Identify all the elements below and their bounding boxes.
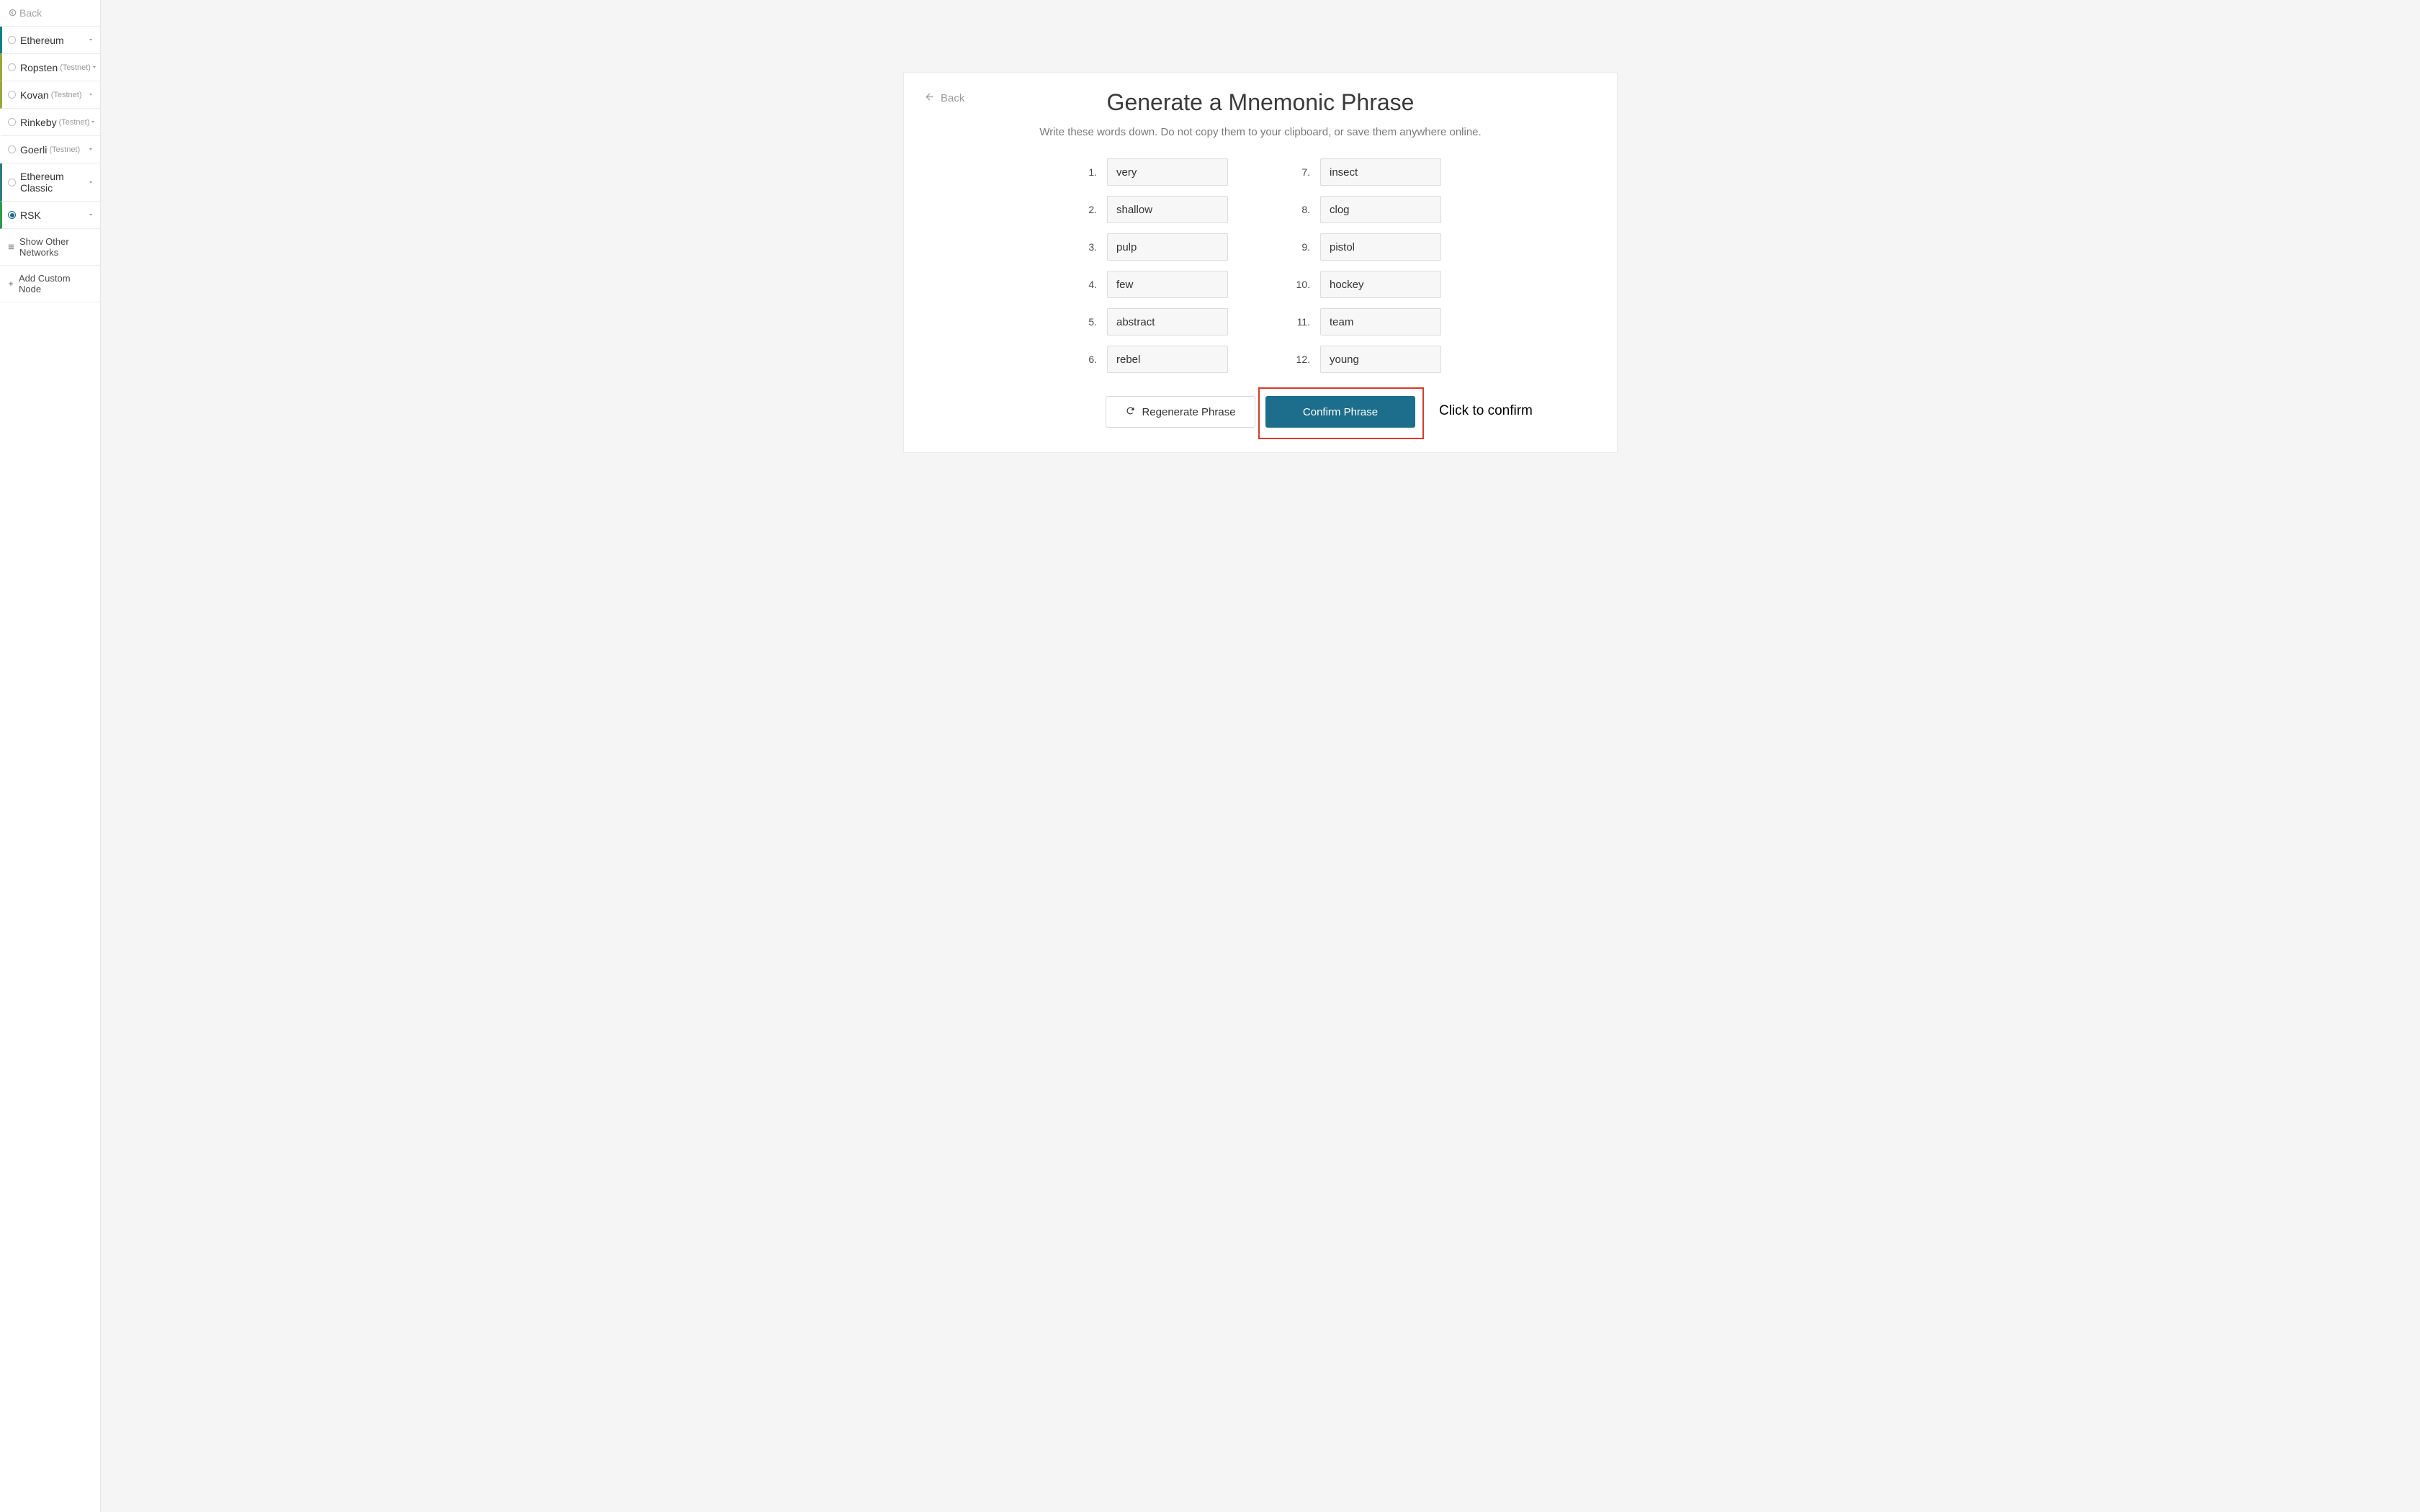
action-buttons: Regenerate Phrase Confirm Phrase Click t… xyxy=(924,396,1597,428)
word-index: 2. xyxy=(1080,204,1097,215)
network-icon xyxy=(7,242,15,253)
radio-icon xyxy=(8,36,16,44)
word-index: 10. xyxy=(1293,279,1310,290)
word-index: 9. xyxy=(1293,241,1310,253)
mnemonic-word-row: 4. few xyxy=(1080,271,1228,298)
network-item-kovan[interactable]: Kovan(Testnet) xyxy=(0,81,100,109)
add-custom-node[interactable]: Add Custom Node xyxy=(0,266,100,302)
regenerate-label: Regenerate Phrase xyxy=(1142,406,1235,418)
network-item-rsk[interactable]: RSK xyxy=(0,202,100,229)
radio-icon xyxy=(8,211,16,219)
sidebar-back-label: Back xyxy=(19,7,42,19)
add-custom-node-label: Add Custom Node xyxy=(19,273,93,294)
chevron-down-icon xyxy=(87,143,94,156)
network-suffix: (Testnet) xyxy=(51,91,82,99)
network-suffix: (Testnet) xyxy=(59,118,90,127)
mnemonic-word: rebel xyxy=(1107,346,1228,373)
back-arrow-icon xyxy=(9,7,17,19)
network-suffix: (Testnet) xyxy=(49,145,80,154)
regenerate-phrase-button[interactable]: Regenerate Phrase xyxy=(1106,396,1255,428)
mnemonic-word: abstract xyxy=(1107,308,1228,336)
mnemonic-word-row: 10. hockey xyxy=(1293,271,1441,298)
word-index: 12. xyxy=(1293,354,1310,365)
chevron-down-icon xyxy=(87,176,94,189)
network-item-rinkeby[interactable]: Rinkeby(Testnet) xyxy=(0,109,100,136)
network-label: RSK xyxy=(20,210,41,221)
word-index: 4. xyxy=(1080,279,1097,290)
network-item-ethereum[interactable]: Ethereum xyxy=(0,27,100,54)
mnemonic-word: hockey xyxy=(1320,271,1441,298)
network-label: Ethereum Classic xyxy=(20,171,87,194)
radio-icon xyxy=(8,145,16,153)
network-label: Ethereum xyxy=(20,35,64,46)
confirm-label: Confirm Phrase xyxy=(1303,406,1378,418)
mnemonic-word-row: 2. shallow xyxy=(1080,196,1228,223)
radio-icon xyxy=(8,63,16,71)
mnemonic-word: clog xyxy=(1320,196,1441,223)
radio-icon xyxy=(8,91,16,99)
main-content: Back Generate a Mnemonic Phrase Write th… xyxy=(101,0,2420,1512)
mnemonic-word: pulp xyxy=(1107,233,1228,261)
back-arrow-icon xyxy=(924,91,935,105)
mnemonic-card: Back Generate a Mnemonic Phrase Write th… xyxy=(903,72,1618,453)
show-other-networks-label: Show Other Networks xyxy=(19,236,93,258)
chevron-down-icon xyxy=(87,89,94,101)
sidebar-back-link[interactable]: Back xyxy=(0,0,100,27)
plus-icon xyxy=(7,279,14,289)
mnemonic-word: few xyxy=(1107,271,1228,298)
network-label: Ropsten xyxy=(20,62,58,73)
word-index: 1. xyxy=(1080,166,1097,178)
mnemonic-word: team xyxy=(1320,308,1441,336)
mnemonic-word: shallow xyxy=(1107,196,1228,223)
word-index: 7. xyxy=(1293,166,1310,178)
mnemonic-words: 1. very 2. shallow 3. pulp 4. few 5. abstract 6. re… xyxy=(924,158,1597,373)
mnemonic-word-row: 3. pulp xyxy=(1080,233,1228,261)
click-to-confirm-annotation: Click to confirm xyxy=(1439,403,1533,419)
mnemonic-word-row: 5. abstract xyxy=(1080,308,1228,336)
mnemonic-word-row: 8. clog xyxy=(1293,196,1441,223)
chevron-down-icon xyxy=(91,61,98,73)
card-back-label: Back xyxy=(941,92,964,104)
mnemonic-word: young xyxy=(1320,346,1441,373)
mnemonic-word: insect xyxy=(1320,158,1441,186)
chevron-down-icon xyxy=(87,34,94,46)
network-item-goerli[interactable]: Goerli(Testnet) xyxy=(0,136,100,163)
confirm-phrase-button[interactable]: Confirm Phrase xyxy=(1265,396,1415,428)
mnemonic-word-row: 9. pistol xyxy=(1293,233,1441,261)
network-label: Kovan xyxy=(20,89,49,101)
page-subtitle: Write these words down. Do not copy them… xyxy=(924,126,1597,138)
mnemonic-word: pistol xyxy=(1320,233,1441,261)
word-index: 3. xyxy=(1080,241,1097,253)
word-index: 5. xyxy=(1080,316,1097,328)
radio-icon xyxy=(8,118,16,126)
mnemonic-word-row: 12. young xyxy=(1293,346,1441,373)
network-item-ropsten[interactable]: Ropsten(Testnet) xyxy=(0,54,100,81)
show-other-networks[interactable]: Show Other Networks xyxy=(0,229,100,266)
page-title: Generate a Mnemonic Phrase xyxy=(924,89,1597,116)
network-suffix: (Testnet) xyxy=(60,63,91,72)
network-item-ethereum-classic[interactable]: Ethereum Classic xyxy=(0,163,100,202)
refresh-icon xyxy=(1125,405,1136,419)
network-label: Goerli xyxy=(20,144,47,156)
mnemonic-word: very xyxy=(1107,158,1228,186)
word-index: 8. xyxy=(1293,204,1310,215)
network-label: Rinkeby xyxy=(20,117,57,128)
mnemonic-word-row: 7. insect xyxy=(1293,158,1441,186)
chevron-down-icon xyxy=(89,116,97,128)
chevron-down-icon xyxy=(87,209,94,221)
mnemonic-word-row: 1. very xyxy=(1080,158,1228,186)
word-index: 11. xyxy=(1293,316,1310,328)
word-index: 6. xyxy=(1080,354,1097,365)
mnemonic-word-row: 6. rebel xyxy=(1080,346,1228,373)
mnemonic-word-row: 11. team xyxy=(1293,308,1441,336)
sidebar: Back EthereumRopsten(Testnet)Kovan(Testn… xyxy=(0,0,101,1512)
radio-icon xyxy=(8,179,16,186)
